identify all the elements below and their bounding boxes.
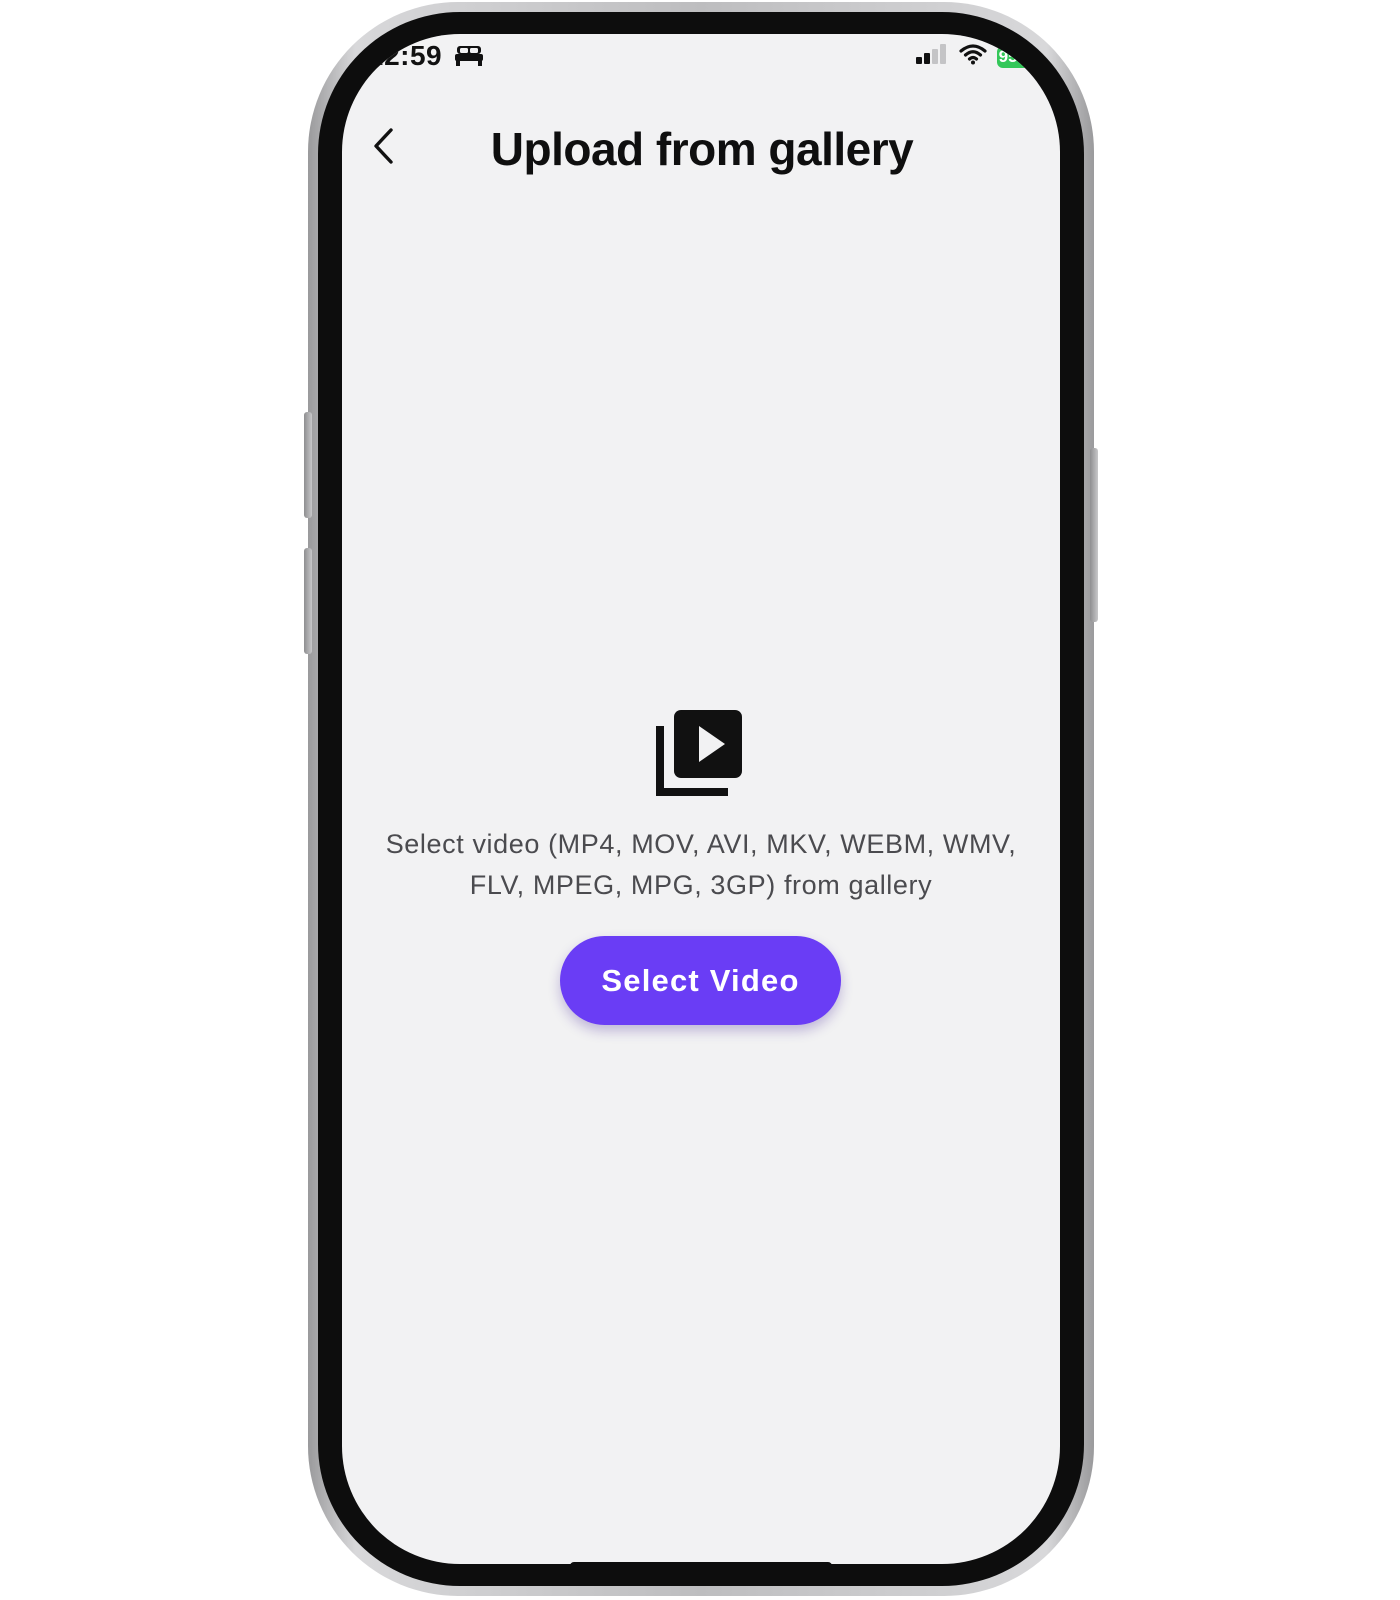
status-time: 22:59 xyxy=(368,40,443,71)
supported-formats-description: Select video (MP4, MOV, AVI, MKV, WEBM, … xyxy=(362,824,1040,906)
charging-bolt-icon: ⚡ xyxy=(1018,48,1036,64)
phone-volume-down-button xyxy=(304,548,312,654)
video-library-icon xyxy=(656,706,746,798)
description-line-1: Select video (MP4, MOV, AVI, MKV, WEBM, … xyxy=(385,829,1017,859)
battery-charging-icon: 95 ⚡ xyxy=(996,45,1038,68)
bed-icon xyxy=(454,45,484,72)
phone-power-button xyxy=(1090,448,1098,622)
phone-volume-up-button xyxy=(304,412,312,518)
description-line-2: FLV, MPEG, MPG, 3GP) from gallery xyxy=(469,870,933,900)
page-title: Upload from gallery xyxy=(490,123,914,175)
wifi-icon xyxy=(959,43,987,70)
home-indicator[interactable] xyxy=(570,1562,832,1570)
app-screen: 22:59 95 ⚡ Upload from gallery Select vi… xyxy=(342,34,1060,1564)
signal-icon xyxy=(915,43,949,70)
battery-level: 95 xyxy=(998,46,1018,66)
select-video-button[interactable]: Select Video xyxy=(560,936,841,1025)
status-indicators: 95 ⚡ xyxy=(915,43,1038,70)
